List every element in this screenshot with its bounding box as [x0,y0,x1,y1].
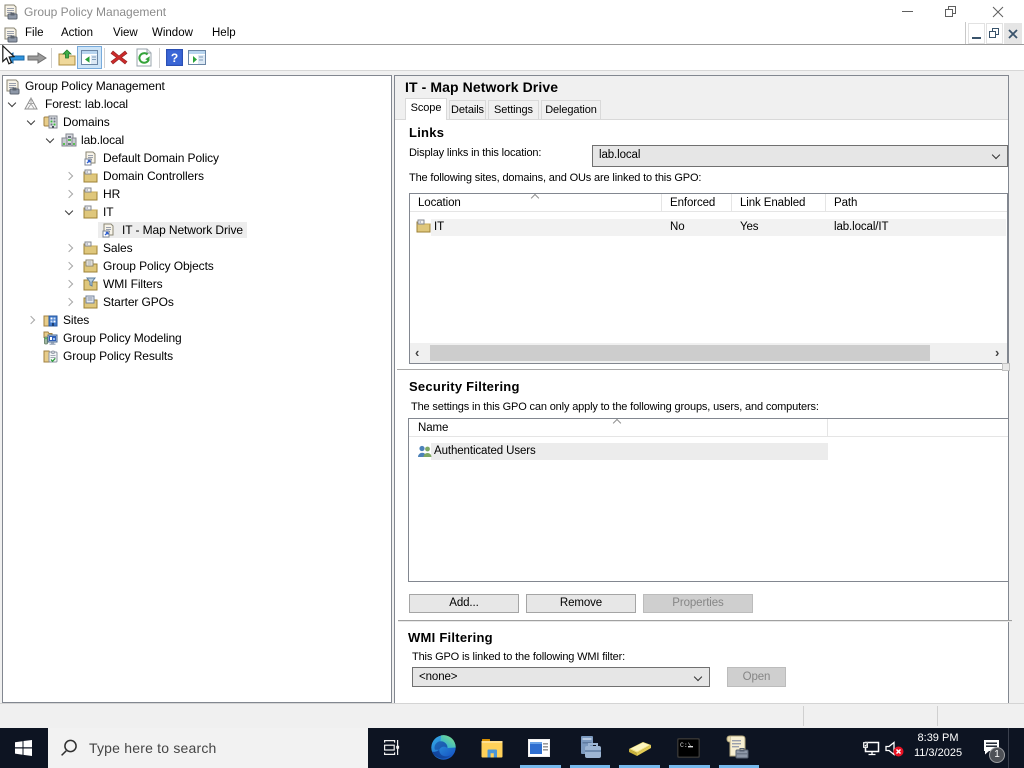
svg-text:?: ? [171,51,178,65]
svg-text:C:\: C:\ [680,742,692,749]
